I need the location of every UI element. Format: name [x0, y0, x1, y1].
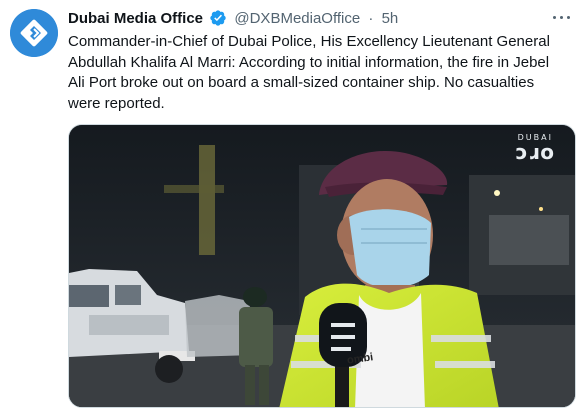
tweet-text: Commander-in-Chief of Dubai Police, His … [68, 33, 550, 112]
user-handle[interactable]: @DXBMediaOffice [234, 10, 360, 27]
timestamp[interactable]: 5h [382, 10, 399, 27]
more-options-icon[interactable] [552, 12, 572, 24]
channel-logo: DUBAI ɔɹo [516, 133, 555, 162]
video-frame [69, 125, 575, 407]
avatar[interactable] [10, 9, 58, 57]
display-name[interactable]: Dubai Media Office [68, 10, 203, 27]
tweet-video[interactable]: DUBAI ɔɹo ombi [68, 124, 576, 408]
channel-logo-mark: ɔɹo [515, 140, 555, 164]
tweet[interactable]: Dubai Media Office @DXBMediaOffice · 5h … [0, 0, 586, 417]
separator-dot: · [368, 10, 374, 27]
dubai-media-office-logo-icon [10, 9, 58, 57]
tweet-header: Dubai Media Office @DXBMediaOffice · 5h [68, 9, 398, 29]
verified-badge-icon [209, 9, 227, 33]
